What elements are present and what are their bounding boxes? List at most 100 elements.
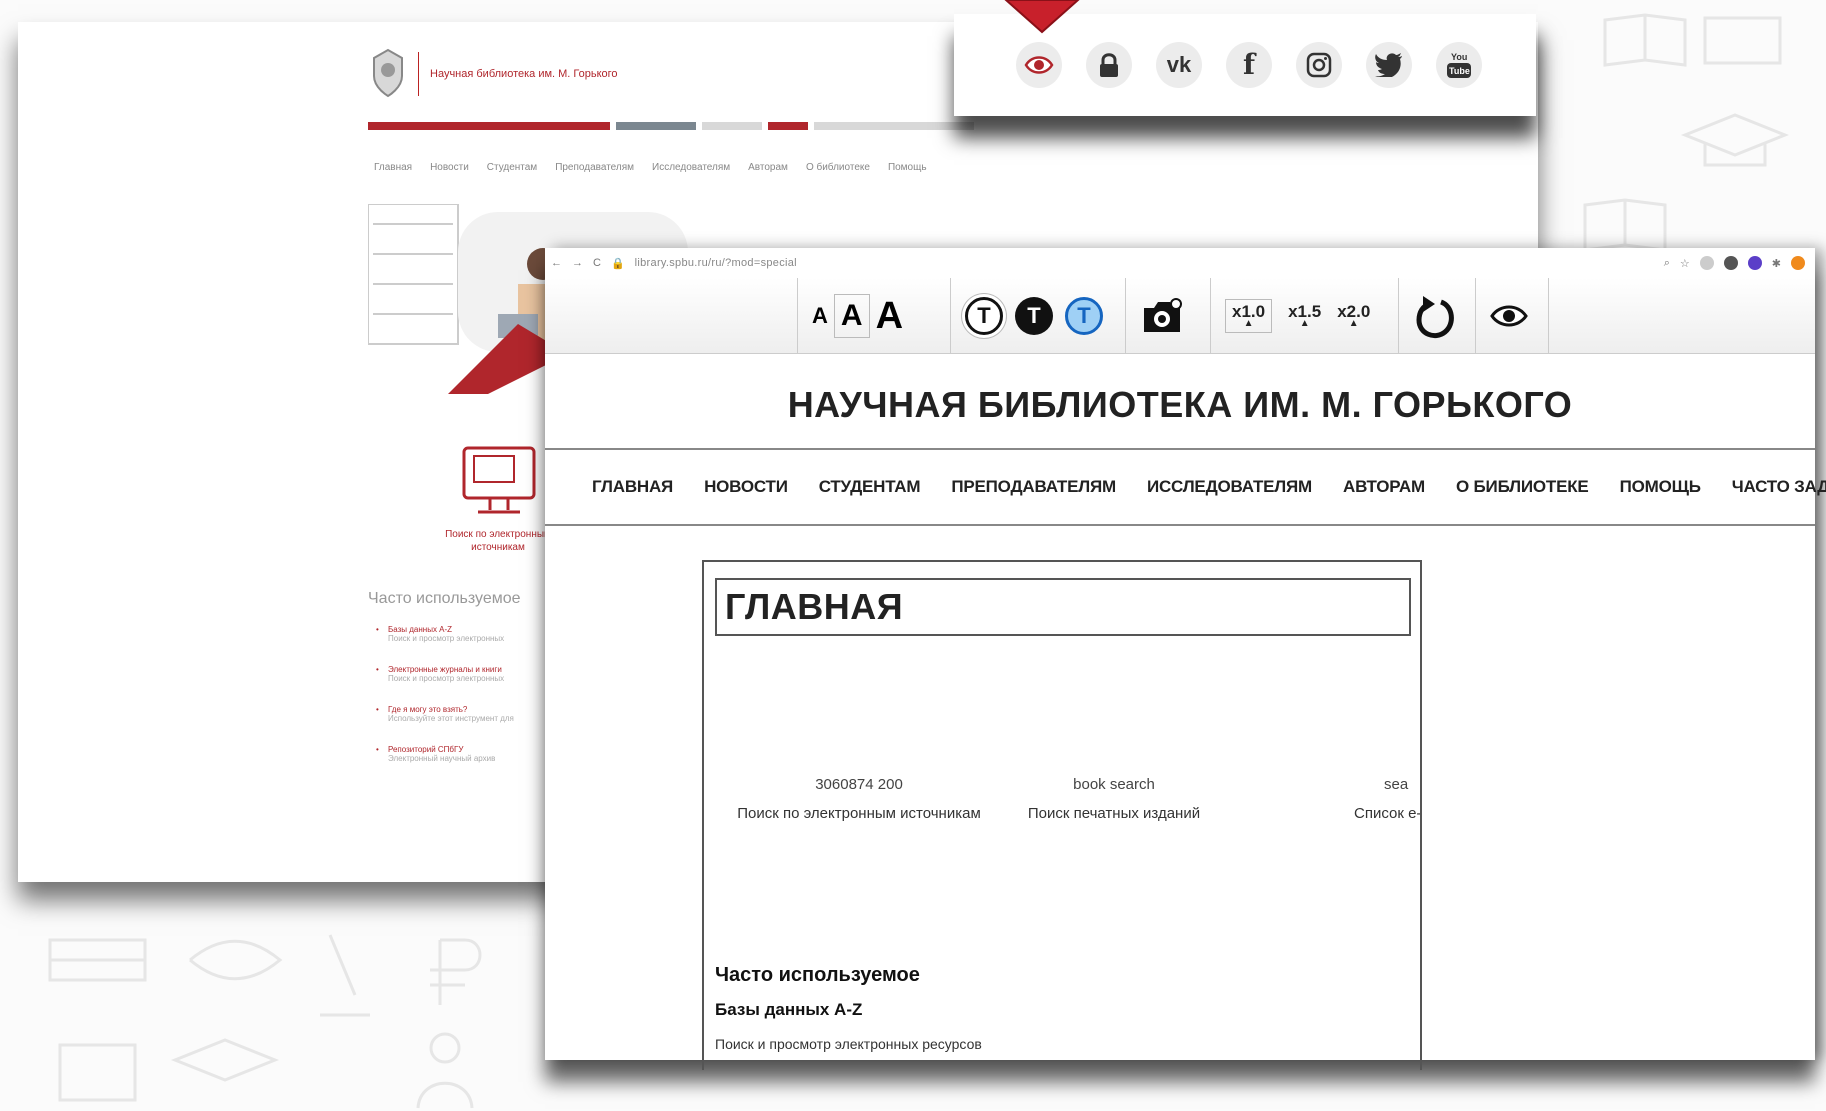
twitter-icon (1375, 53, 1402, 77)
puzzle-icon[interactable]: ✱ (1772, 257, 1781, 270)
nav-item[interactable]: Помощь (888, 162, 927, 173)
nav-item[interactable]: Исследователям (652, 162, 730, 173)
nav-item-teachers[interactable]: ПРЕПОДАВАТЕЛЯМ (951, 477, 1116, 497)
frequent-link[interactable]: Базы данных A-Z (715, 1000, 862, 1020)
twitter-button[interactable] (1366, 42, 1412, 88)
font-size-small-button[interactable]: A (812, 303, 828, 329)
nav-item-students[interactable]: СТУДЕНТАМ (819, 477, 921, 497)
nav-item-about[interactable]: О БИБЛИОТЕКЕ (1456, 477, 1589, 497)
decorative-bar (814, 122, 974, 130)
instagram-button[interactable] (1296, 42, 1342, 88)
eye-icon[interactable] (1490, 303, 1528, 329)
accessibility-eye-button[interactable] (1016, 42, 1062, 88)
frequent-heading: Часто используемое (368, 590, 521, 607)
extension-icon[interactable] (1699, 256, 1714, 270)
decorative-bar (768, 122, 808, 130)
list-item[interactable]: Базы данных A-ZПоиск и просмотр электрон… (376, 625, 556, 643)
abc-icon (58, 1043, 137, 1102)
tile-label[interactable]: Список е-р (1354, 805, 1420, 822)
camera-icon[interactable] (1140, 298, 1184, 334)
nav-item-authors[interactable]: АВТОРАМ (1343, 477, 1425, 497)
theme-white-button[interactable]: T (965, 297, 1003, 335)
back-arrow-icon[interactable]: ← (551, 257, 562, 269)
search-electronic-sources-icon[interactable] (460, 442, 538, 522)
star-icon[interactable]: ☆ (1680, 257, 1690, 270)
tile-electronic-search[interactable]: 3060874 200 Поиск по электронным источни… (734, 776, 984, 822)
nav-item[interactable]: Авторам (748, 162, 788, 173)
book-icon (1603, 13, 1687, 67)
tile-e-resources-list[interactable]: sea Список е-р (1354, 776, 1420, 822)
nav-item[interactable]: Главная (374, 162, 412, 173)
images-group (1125, 278, 1198, 354)
theme-black-button[interactable]: T (1015, 297, 1053, 335)
font-size-medium-button[interactable]: A (833, 294, 870, 338)
vk-button[interactable]: vk (1156, 42, 1202, 88)
decorative-bar (368, 122, 610, 130)
logo-divider (418, 52, 419, 96)
reset-icon[interactable] (1413, 292, 1457, 340)
tile-label[interactable]: Поиск печатных изданий (1004, 805, 1224, 822)
book-icon (1583, 198, 1667, 252)
reset-group (1398, 278, 1471, 354)
nav-item-help[interactable]: ПОМОЩЬ (1620, 477, 1701, 497)
page-heading: ГЛАВНАЯ (715, 578, 1411, 636)
list-item[interactable]: Где я могу это взять?Используйте этот ин… (376, 705, 556, 723)
extension-icon[interactable] (1723, 256, 1738, 270)
nav-item[interactable]: Студентам (487, 162, 537, 173)
broken-image-icon: book search (1073, 776, 1155, 793)
decorative-bar (616, 122, 696, 130)
frequent-heading: Часто используемое (715, 964, 920, 986)
search-icon[interactable]: ⌕ (1664, 257, 1670, 270)
zoom-2x-button[interactable]: x2.0 ▲ (1337, 303, 1370, 329)
accessibility-toolbar: A A A T T T x1.0 ▲ x1.5 ▲ x2.0 ▲ (545, 278, 1815, 354)
nav-item-faq[interactable]: ЧАСТО ЗАДАВАЕМЫЕ ВОПРОСЫ (1732, 477, 1826, 497)
nav-item-home[interactable]: ГЛАВНАЯ (592, 477, 673, 497)
nav-item-researchers[interactable]: ИССЛЕДОВАТЕЛЯМ (1147, 477, 1312, 497)
tile-print-search[interactable]: book search Поиск печатных изданий (1004, 776, 1224, 822)
university-crest-icon (373, 48, 403, 98)
microscope-icon (320, 934, 370, 1017)
nav-item[interactable]: Новости (430, 162, 469, 173)
zoom-1-5x-button[interactable]: x1.5 ▲ (1288, 303, 1321, 329)
nav-item-news[interactable]: НОВОСТИ (704, 477, 788, 497)
facebook-button[interactable]: f (1226, 42, 1272, 88)
zoom-1x-button[interactable]: x1.0 ▲ (1225, 299, 1273, 333)
main-nav: ГЛАВНАЯ НОВОСТИ СТУДЕНТАМ ПРЕПОДАВАТЕЛЯМ… (545, 448, 1826, 526)
extension-icon[interactable] (1747, 256, 1762, 270)
lock-icon (1100, 53, 1118, 77)
vk-icon: vk (1166, 52, 1192, 77)
color-theme-group: T T T (950, 278, 1117, 354)
profile-avatar[interactable] (1791, 256, 1805, 270)
decorative-bar (702, 122, 762, 130)
site-title: НАУЧНАЯ БИБЛИОТЕКА ИМ. М. ГОРЬКОГО (787, 384, 1573, 425)
theme-blue-button[interactable]: T (1065, 297, 1103, 335)
tile-label[interactable]: Поиск по электронным источникам (734, 805, 984, 822)
url-text[interactable]: library.spbu.ru/ru/?mod=special (635, 257, 797, 269)
font-size-group: A A A (797, 278, 917, 354)
eye-icon (1024, 56, 1054, 74)
zoom-group: x1.0 ▲ x1.5 ▲ x2.0 ▲ (1210, 278, 1384, 354)
font-size-large-button[interactable]: A (876, 295, 903, 338)
reload-icon[interactable]: C (593, 257, 601, 269)
nav-item[interactable]: Преподавателям (555, 162, 634, 173)
browser-address-bar: ← → C 🔒 library.spbu.ru/ru/?mod=special … (545, 248, 1815, 278)
pointer-arrow-icon (1004, 0, 1080, 34)
graduation-cap-icon (170, 1038, 280, 1082)
youtube-icon: You Tube (1447, 52, 1471, 78)
logo-text[interactable]: Научная библиотека им. М. Горького (430, 68, 618, 80)
abc-icon (1703, 16, 1782, 65)
list-item[interactable]: Репозиторий СПбГУЭлектронный научный арх… (376, 745, 556, 763)
lock-button[interactable] (1086, 42, 1132, 88)
broken-image-icon: sea (1384, 776, 1409, 793)
back-nav: Главная Новости Студентам Преподавателям… (374, 162, 927, 173)
graduation-cap-icon (1680, 113, 1790, 167)
lock-icon: 🔒 (610, 257, 625, 270)
facebook-icon: f (1242, 48, 1256, 81)
nav-item[interactable]: О библиотеке (806, 162, 870, 173)
ruble-icon (430, 938, 482, 1005)
youtube-button[interactable]: You Tube (1436, 42, 1482, 88)
list-item[interactable]: Электронные журналы и книгиПоиск и просм… (376, 665, 556, 683)
main-content: ГЛАВНАЯ 3060874 200 Поиск по электронным… (702, 560, 1422, 1070)
ruler-icon (48, 938, 147, 982)
forward-arrow-icon[interactable]: → (572, 257, 583, 269)
